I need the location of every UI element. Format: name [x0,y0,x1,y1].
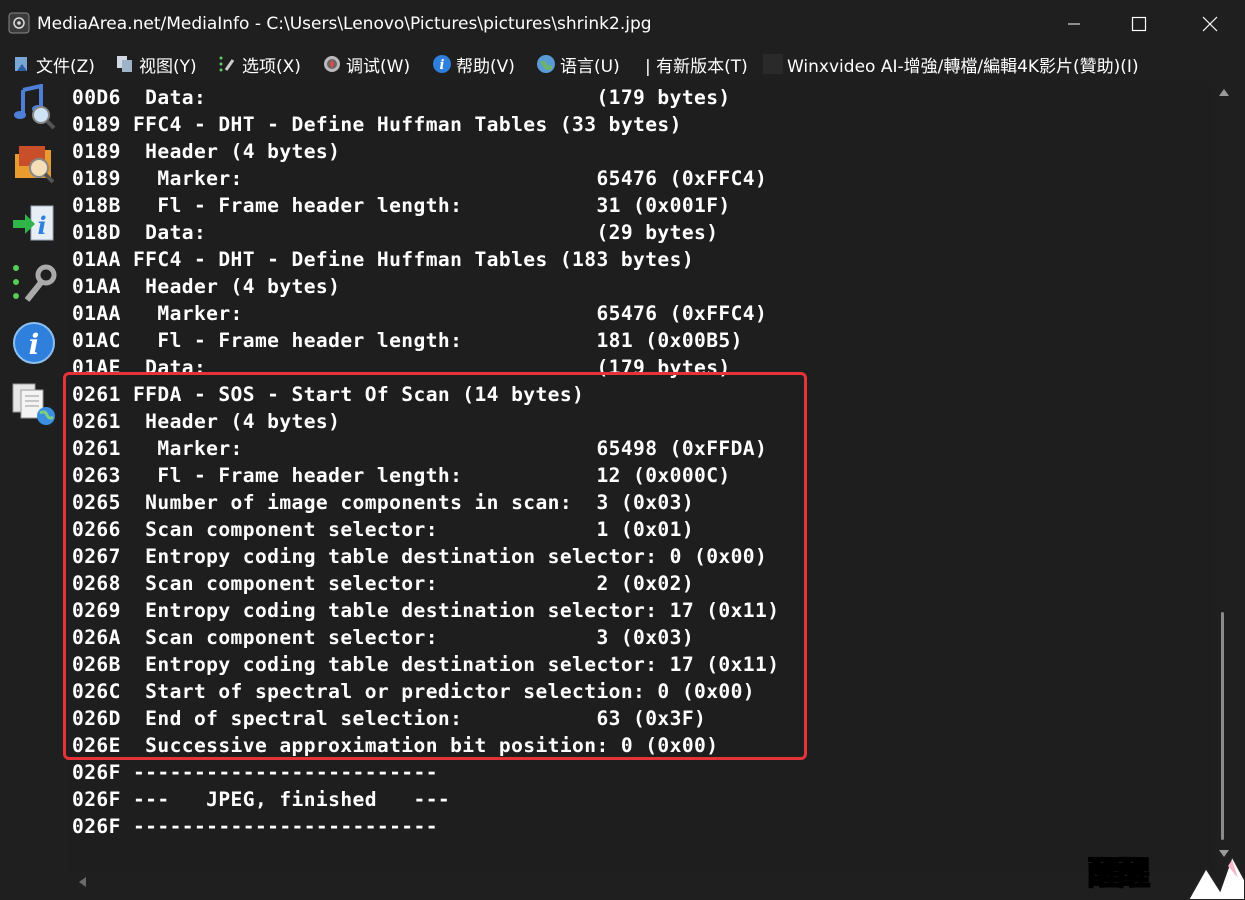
cat-ear-icon [1186,853,1245,900]
report-line: 0189 Marker: 65476 (0xFFC4) [72,167,768,190]
svg-text:i: i [29,328,40,361]
svg-text:i: i [37,211,46,240]
menu-help-label: 帮助(V) [456,56,515,77]
file-icon [15,57,27,71]
sidebar: i i [0,80,70,900]
minimize-button[interactable] [1044,0,1104,48]
menu-file-label: 文件(Z) [36,56,95,77]
sponsor-icon [763,54,783,74]
maximize-icon [1131,16,1147,32]
menu-view[interactable]: 视图(Y) [115,52,197,77]
menu-bar: 文件(Z) 视图(Y) 选项(X) 调试(W) i 帮助(V) 语言(U) | … [0,48,1245,80]
menu-help[interactable]: i 帮助(V) [432,52,515,77]
report-line: 026F --- JPEG, finished --- [72,788,451,811]
mediainfo-app-icon [8,12,30,34]
horizontal-scrollbar[interactable] [70,872,1214,892]
menu-new-version-label: | 有新版本(T) [645,56,748,77]
menu-view-label: 视图(Y) [139,56,197,77]
menu-new-version[interactable]: | 有新版本(T) [645,52,748,77]
report-line: 01AA FFC4 - DHT - Define Huffman Tables … [72,248,695,271]
title-bar: MediaArea.net/MediaInfo - C:\Users\Lenov… [0,0,1245,48]
report-line: 026F ------------------------- [72,761,438,784]
view-icon [117,56,132,72]
export-icon[interactable]: i [11,202,57,248]
basic-view-icon[interactable] [11,84,57,130]
report-line: 018B Fl - Frame header length: 31 (0x001… [72,194,731,217]
window-title: MediaArea.net/MediaInfo - C:\Users\Lenov… [37,14,652,34]
scroll-up-icon[interactable] [1219,88,1229,96]
debug-icon [324,56,340,72]
menu-debug-label: 调试(W) [346,56,411,77]
watermark-text: 醒醒 [1087,853,1151,893]
vertical-scroll-thumb[interactable] [1221,612,1224,840]
close-icon [1202,16,1218,32]
menu-sponsor-label: Winxvideo AI-增強/轉檔/編輯4K影片(贊助)(I) [787,56,1139,77]
minimize-icon [1068,23,1080,25]
report-line: 01AA Header (4 bytes) [72,275,341,298]
web-report-icon[interactable] [11,380,57,426]
report-line: 0189 FFC4 - DHT - Define Huffman Tables … [72,113,682,136]
menu-sponsor[interactable]: Winxvideo AI-增強/轉檔/編輯4K影片(贊助)(I) [763,52,1139,77]
close-button[interactable] [1180,0,1240,48]
report-line: 01AC Fl - Frame header length: 181 (0x00… [72,329,743,352]
report-line: 0189 Header (4 bytes) [72,140,341,163]
report-line: 026F ------------------------- [72,815,438,838]
menu-options-label: 选项(X) [242,56,301,77]
about-icon[interactable]: i [11,320,57,366]
menu-debug[interactable]: 调试(W) [322,52,411,77]
report-line: 00D6 Data: (179 bytes) [72,86,731,109]
report-line: 018D Data: (29 bytes) [72,221,719,244]
watermark: 醒醒 [1080,840,1245,900]
help-icon: i [433,55,451,73]
sheet-view-icon[interactable] [11,140,57,186]
menu-language-label: 语言(U) [560,56,620,77]
sos-highlight-box [63,372,807,760]
preferences-icon[interactable] [11,260,57,306]
options-icon [219,56,235,72]
menu-language[interactable]: 语言(U) [536,52,620,77]
menu-options[interactable]: 选项(X) [218,52,301,77]
menu-file[interactable]: 文件(Z) [12,52,95,77]
language-icon [537,55,555,73]
svg-text:i: i [440,58,445,73]
report-line: 01AA Marker: 65476 (0xFFC4) [72,302,768,325]
vertical-scrollbar[interactable] [1214,82,1234,872]
maximize-button[interactable] [1109,0,1169,48]
scroll-left-icon[interactable] [78,877,86,887]
